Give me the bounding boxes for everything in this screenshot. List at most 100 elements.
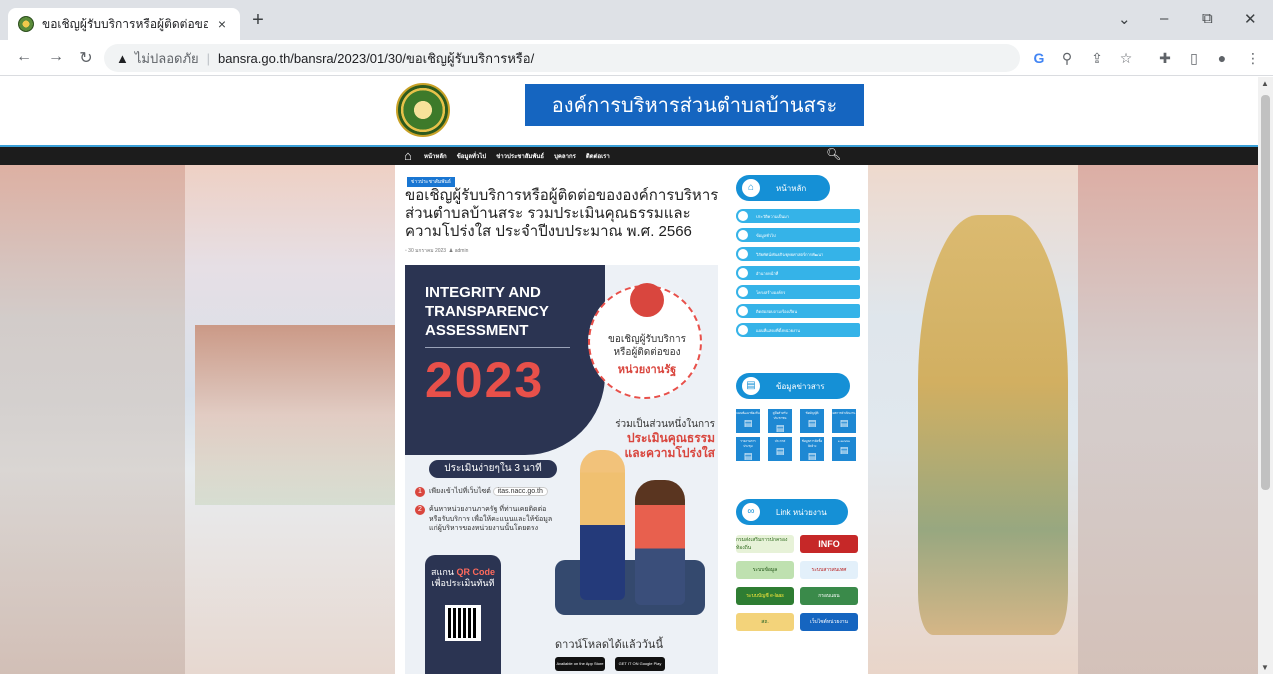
menu-kebab-icon[interactable]: ⋮ <box>1244 50 1262 67</box>
url-text[interactable]: bansra.go.th/bansra/2023/01/30/ขอเชิญผู้… <box>218 48 534 69</box>
new-tab-button[interactable]: + <box>248 10 268 30</box>
ita-poster-image: INTEGRITY AND TRANSPARENCY ASSESSMENT 20… <box>405 265 718 674</box>
step-text: เพียงเข้าไปที่เว็บไซต์ <box>429 488 491 495</box>
sidebar-links-header[interactable]: ∞ Link หน่วยงาน <box>736 499 848 525</box>
qr-caption: สแกน QR Code เพื่อประเมินทันที <box>425 567 501 589</box>
post-date[interactable]: 30 มกราคม 2023 <box>408 248 446 254</box>
sidebar-item[interactable]: ข้อมูลทั่วไป <box>736 228 860 242</box>
browser-tab-strip: ขอเชิญผู้รับบริการหรือผู้ติดต่อขององค์ ×… <box>0 0 1273 40</box>
sidebar-item[interactable]: โครงสร้างองค์กร <box>736 285 860 299</box>
info-grid-label: ผลการดำเนินงาน <box>832 411 856 415</box>
user-icon: ♟ <box>448 248 454 254</box>
home-icon[interactable]: ⌂ <box>404 148 412 163</box>
link-banner[interactable]: ระบบข้อมูล <box>736 561 794 579</box>
google-play-badge: GET IT ON Google Play <box>615 657 665 671</box>
invite-bubble: ขอเชิญผู้รับบริการ หรือผู้ติดต่อของ หน่ว… <box>588 283 702 399</box>
tab-close-icon[interactable]: × <box>214 16 230 32</box>
link-banner[interactable]: ระบบบัญชี e-laas <box>736 587 794 605</box>
restore-button[interactable]: ⧉ <box>1202 10 1213 27</box>
info-grid-label: แผนพัฒนาท้องถิ่น <box>736 411 760 415</box>
step-text: แก่ผู้บริหารของหน่วยงานนั้นโดยตรง <box>429 525 539 532</box>
warning-triangle-icon[interactable]: ▲ <box>116 51 129 66</box>
info-grid-button[interactable]: ข้อมูลการจัดซื้อจัดจ้าง ▤ <box>800 437 824 461</box>
invite-line: หรือผู้ติดต่อของ <box>613 347 681 358</box>
link-banner[interactable]: ระบบสารสนเทศ <box>800 561 858 579</box>
info-grid-label: คู่มือสำหรับประชาชน <box>772 411 788 420</box>
scrollbar-thumb[interactable] <box>1261 95 1270 490</box>
back-arrow-icon[interactable]: ← <box>14 48 34 66</box>
google-icon[interactable]: G <box>1030 50 1048 66</box>
qr-code-box: สแกน QR Code เพื่อประเมินทันที <box>425 555 501 674</box>
info-grid-label: รายงานการประชุม <box>740 439 756 448</box>
sidebar-item[interactable]: ประวัติความเป็นมา <box>736 209 860 223</box>
reload-icon[interactable]: ↻ <box>76 48 96 68</box>
minimize-button[interactable]: – <box>1160 10 1168 27</box>
info-grid-label: ข้อบัญญัติ <box>805 411 819 415</box>
side-panel-icon[interactable]: ▯ <box>1185 50 1203 67</box>
zoom-icon[interactable]: ⚲ <box>1058 50 1076 67</box>
extensions-puzzle-icon[interactable]: ✚ <box>1156 50 1174 67</box>
tab-search-dropdown-icon[interactable]: ⌄ <box>1118 10 1131 28</box>
sidebar-item[interactable]: อำนาจหน้าที่ <box>736 266 860 280</box>
dragon-statue-image <box>918 215 1068 635</box>
info-grid-button[interactable]: ข้อบัญญัติ ▤ <box>800 409 824 433</box>
nav-item-general[interactable]: ข้อมูลทั่วไป <box>457 151 487 161</box>
sidebar-home-header[interactable]: ⌂ หน้าหลัก <box>736 175 830 201</box>
sidebar-header-label: ข้อมูลข่าวสาร <box>776 381 825 391</box>
info-grid-button[interactable]: e-service ▤ <box>832 437 856 461</box>
temple-roof-image <box>0 165 185 674</box>
poster-year: 2023 <box>425 352 545 408</box>
sidebar-item[interactable]: วิสัยทัศน์/พันธกิจ/ยุทธศาสตร์การพัฒนา <box>736 247 860 261</box>
browser-tab[interactable]: ขอเชิญผู้รับบริการหรือผู้ติดต่อขององค์ × <box>8 8 240 40</box>
page-scrollbar[interactable]: ▲ ▼ <box>1258 77 1273 674</box>
document-icon: ▤ <box>839 418 849 428</box>
divider <box>425 347 570 348</box>
link-banner[interactable]: กรมส่งเสริมการปกครองท้องถิ่น <box>736 535 794 553</box>
search-icon[interactable]: 🔍︎ <box>826 147 841 161</box>
link-banner[interactable]: เว็บไซต์หน่วยงาน <box>800 613 858 631</box>
site-logo[interactable] <box>396 83 450 137</box>
info-grid-button[interactable]: ผลการดำเนินงาน ▤ <box>832 409 856 433</box>
scroll-up-arrow-icon[interactable]: ▲ <box>1261 79 1269 88</box>
share-icon[interactable]: ⇪ <box>1088 50 1106 67</box>
category-badge[interactable]: ข่าวประชาสัมพันธ์ <box>407 177 455 187</box>
link-banner[interactable]: สถ. <box>736 613 794 631</box>
sidebar-header-label: หน้าหลัก <box>776 183 807 193</box>
post-author[interactable]: admin <box>455 248 469 254</box>
poster-heading: INTEGRITY AND TRANSPARENCY ASSESSMENT <box>425 283 549 340</box>
nav-item-news[interactable]: ข่าวประชาสัมพันธ์ <box>496 151 544 161</box>
sidebar-item[interactable]: แผนที่แสดงที่ตั้งหน่วยงาน <box>736 323 860 337</box>
forward-arrow-icon[interactable]: → <box>46 48 66 66</box>
poster-step-2: 2 ค้นหาหน่วยงานภาครัฐ ที่ท่านเคยติดต่อ หร… <box>415 505 552 533</box>
link-banner[interactable]: กรอบแผน <box>800 587 858 605</box>
woman-figure <box>635 480 685 605</box>
sidebar-item-label: ข้อมูลทั่วไป <box>756 232 776 238</box>
profile-avatar-icon[interactable]: ● <box>1213 50 1231 66</box>
bullet-icon <box>738 230 748 240</box>
info-grid-button[interactable]: แผนพัฒนาท้องถิ่น ▤ <box>736 409 760 433</box>
background-scenery-left <box>0 165 395 674</box>
sidebar-info-header[interactable]: ▤ ข้อมูลข่าวสาร <box>736 373 850 399</box>
step-text: หรือรับบริการ เพื่อให้คะแนนและให้ข้อมูล <box>429 516 553 523</box>
info-grid-button[interactable]: รายงานการประชุม ▤ <box>736 437 760 461</box>
nav-menu: หน้าหลัก ข้อมูลทั่วไป ข่าวประชาสัมพันธ์ … <box>424 151 610 161</box>
nav-item-contact[interactable]: ติดต่อเรา <box>586 151 610 161</box>
info-grid-label: ข้อมูลการจัดซื้อจัดจ้าง <box>801 439 823 448</box>
step-number: 2 <box>415 505 425 515</box>
document-icon: ▤ <box>743 451 753 461</box>
link-banner[interactable]: INFO <box>800 535 858 553</box>
sidebar-item[interactable]: ติดต่อสอบถาม/ร้องเรียน <box>736 304 860 318</box>
info-grid-button[interactable]: ประกาศ ▤ <box>768 437 792 461</box>
security-status: ไม่ปลอดภัย <box>134 50 199 66</box>
scroll-down-arrow-icon[interactable]: ▼ <box>1261 663 1269 672</box>
nav-item-home[interactable]: หน้าหลัก <box>424 151 447 161</box>
qr-caption-text: สแกน <box>431 567 454 577</box>
address-bar[interactable]: ▲ ไม่ปลอดภัย | bansra.go.th/bansra/2023/… <box>104 44 1020 72</box>
bookmark-star-icon[interactable]: ☆ <box>1117 50 1135 67</box>
sidebar-item-label: แผนที่แสดงที่ตั้งหน่วยงาน <box>756 327 800 333</box>
close-window-button[interactable]: ✕ <box>1244 10 1257 28</box>
info-grid-button[interactable]: คู่มือสำหรับประชาชน ▤ <box>768 409 792 433</box>
download-text: ดาวน์โหลดได้แล้ววันนี้ <box>555 639 663 651</box>
nav-item-staff[interactable]: บุคลากร <box>554 151 576 161</box>
site-banner-title: องค์การบริหารส่วนตำบลบ้านสระ <box>525 84 864 126</box>
